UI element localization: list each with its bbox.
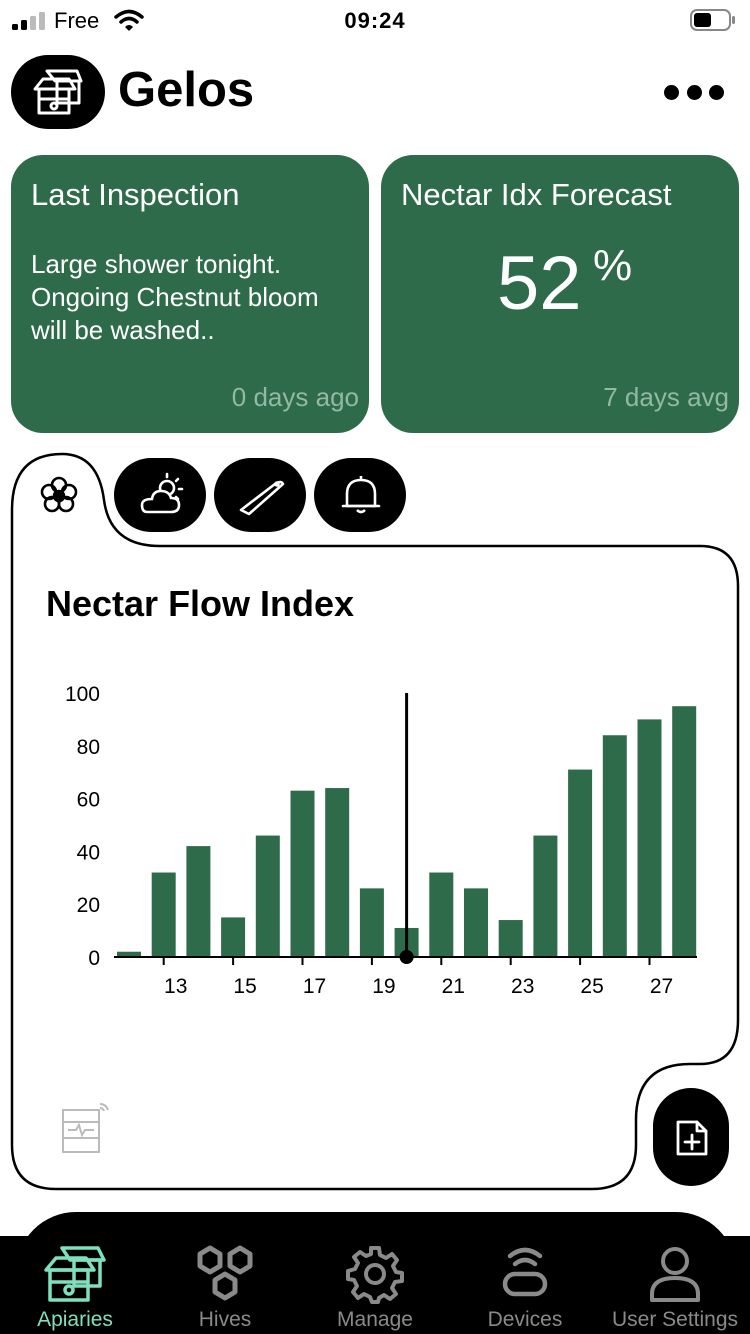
nav-item-hives[interactable]: Hives bbox=[150, 1236, 300, 1334]
app-title: Gelos bbox=[118, 63, 255, 117]
bottom-navigation: Apiaries Hives Manage Devices User Setti… bbox=[0, 1236, 750, 1334]
nav-label: Apiaries bbox=[37, 1308, 113, 1331]
card-title: Last Inspection bbox=[31, 177, 240, 212]
nav-item-devices[interactable]: Devices bbox=[450, 1236, 600, 1334]
chart-bar bbox=[533, 835, 558, 957]
today-marker-dot bbox=[399, 950, 414, 964]
partly-cloudy-icon bbox=[140, 472, 184, 514]
chart-title: Nectar Flow Index bbox=[46, 583, 355, 624]
file-add-icon bbox=[676, 1120, 708, 1156]
chart-bar bbox=[602, 735, 627, 957]
y-tick-label: 80 bbox=[77, 736, 100, 759]
dot-icon bbox=[709, 84, 724, 100]
device-icon bbox=[502, 1247, 548, 1297]
battery-icon bbox=[690, 9, 735, 31]
x-tick-label: 13 bbox=[164, 975, 187, 998]
sensor-device-icon[interactable] bbox=[60, 1100, 112, 1156]
chart-bar bbox=[672, 706, 697, 957]
nav-item-manage[interactable]: Manage bbox=[300, 1236, 450, 1334]
chart-bar bbox=[359, 888, 384, 957]
apiary-icon bbox=[33, 69, 83, 115]
chart-bar bbox=[637, 719, 662, 957]
user-icon bbox=[650, 1247, 700, 1302]
dot-icon bbox=[664, 84, 679, 100]
forecast-value: 52 bbox=[497, 241, 582, 326]
y-tick-label: 0 bbox=[88, 947, 100, 970]
chart-bar bbox=[498, 920, 523, 957]
add-report-button[interactable] bbox=[653, 1088, 729, 1186]
bell-icon bbox=[341, 476, 381, 514]
y-tick-label: 60 bbox=[77, 789, 100, 812]
nav-label: User Settings bbox=[611, 1308, 739, 1331]
flower-icon[interactable] bbox=[37, 474, 81, 518]
nav-item-user-settings[interactable]: User Settings bbox=[600, 1236, 750, 1334]
y-tick-label: 20 bbox=[77, 894, 100, 917]
app-logo[interactable] bbox=[11, 55, 105, 129]
chart-bar bbox=[290, 790, 315, 957]
x-tick-label: 15 bbox=[233, 975, 256, 998]
more-options-button[interactable] bbox=[658, 76, 730, 108]
nav-label: Devices bbox=[487, 1308, 563, 1331]
chart-bar bbox=[255, 835, 280, 957]
hive-tool-icon bbox=[239, 480, 285, 516]
card-title: Nectar Idx Forecast bbox=[401, 177, 672, 212]
inspection-age: 0 days ago bbox=[231, 382, 359, 412]
x-tick-label: 17 bbox=[303, 975, 326, 998]
forecast-period: 7 days avg bbox=[603, 382, 729, 412]
chart-bar bbox=[568, 769, 593, 957]
last-inspection-card[interactable]: Last Inspection Large shower tonight. On… bbox=[11, 155, 369, 433]
chart-bar bbox=[186, 846, 211, 957]
chart-bar bbox=[221, 917, 246, 957]
chart-bar bbox=[325, 788, 350, 957]
x-tick-label: 23 bbox=[511, 975, 534, 998]
clock: 09:24 bbox=[344, 8, 406, 33]
x-tick-label: 25 bbox=[580, 975, 603, 998]
tab-weather[interactable] bbox=[114, 458, 206, 532]
status-bar: Free 09:24 bbox=[0, 0, 750, 44]
nav-label: Manage bbox=[337, 1308, 413, 1331]
tab-hive-tool[interactable] bbox=[214, 458, 306, 532]
y-tick-label: 100 bbox=[65, 683, 100, 706]
gear-icon bbox=[346, 1246, 404, 1304]
chart-bar bbox=[151, 872, 176, 957]
inspection-note: Large shower tonight. Ongoing Chestnut b… bbox=[31, 249, 319, 345]
nectar-forecast-card[interactable]: Nectar Idx Forecast 52 % 7 days avg bbox=[381, 155, 739, 433]
apiary-icon bbox=[44, 1246, 106, 1302]
chart-bar bbox=[464, 888, 488, 957]
honeycomb-icon bbox=[197, 1245, 253, 1301]
dot-icon bbox=[686, 84, 702, 100]
nectar-flow-chart: 0 20 40 60 80 100 13 15 17 19 21 23 25 27 bbox=[65, 683, 697, 998]
tab-alerts[interactable] bbox=[314, 458, 406, 532]
forecast-unit: % bbox=[593, 241, 633, 290]
nav-label: Hives bbox=[198, 1308, 252, 1331]
y-tick-label: 40 bbox=[77, 841, 100, 864]
x-tick-label: 21 bbox=[442, 975, 465, 998]
nav-item-apiaries[interactable]: Apiaries bbox=[0, 1236, 150, 1334]
x-tick-label: 19 bbox=[372, 975, 395, 998]
chart-bar bbox=[429, 872, 454, 957]
x-tick-label: 27 bbox=[650, 975, 673, 998]
